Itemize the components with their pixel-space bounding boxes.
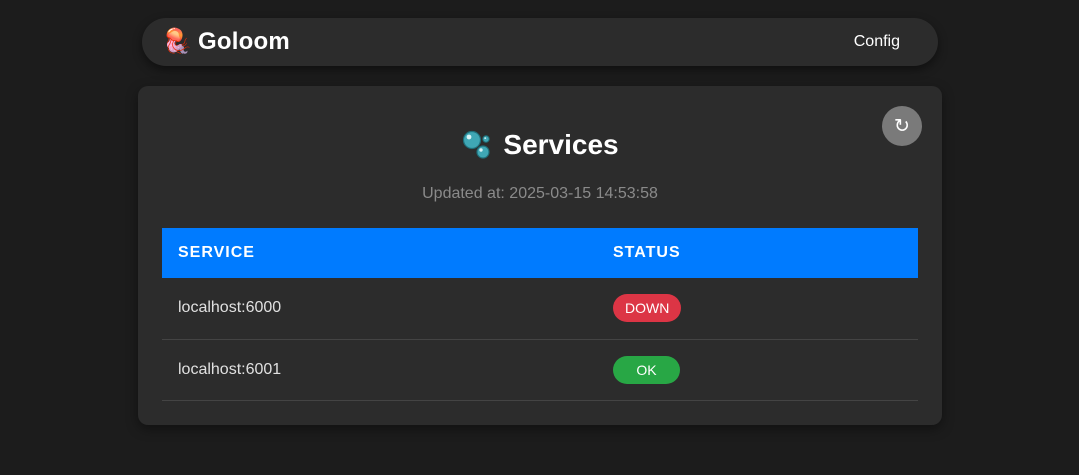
updated-at: Updated at: 2025-03-15 14:53:58 <box>138 185 942 203</box>
brand[interactable]: 🪼 Goloom <box>162 28 290 56</box>
services-table: SERVICE STATUS localhost:6000 DOWN local… <box>162 228 918 401</box>
service-name: localhost:6001 <box>178 360 282 378</box>
header-status: STATUS <box>613 244 681 261</box>
brand-name: Goloom <box>198 28 290 55</box>
page-title: Services <box>503 129 619 160</box>
bubbles-icon <box>463 130 491 159</box>
status-badge: DOWN <box>613 294 682 323</box>
table-row: localhost:6000 DOWN <box>162 278 918 339</box>
page-title-row: Services <box>138 129 942 161</box>
services-card: ↻ Services Updated at: 2025-03-15 14:53:… <box>138 86 942 425</box>
jellyfish-icon: 🪼 <box>162 28 192 55</box>
status-cell: DOWN <box>597 278 918 339</box>
status-badge: OK <box>613 355 680 384</box>
navbar: 🪼 Goloom Config <box>142 18 938 66</box>
updated-value: 2025-03-15 14:53:58 <box>509 185 658 202</box>
table-row: localhost:6001 OK <box>162 339 918 400</box>
config-link[interactable]: Config <box>854 33 900 51</box>
service-name: localhost:6000 <box>178 299 282 317</box>
status-cell: OK <box>597 339 918 400</box>
table-header-row: SERVICE STATUS <box>162 228 918 278</box>
header-service: SERVICE <box>178 244 255 261</box>
updated-label: Updated at: <box>422 185 505 202</box>
